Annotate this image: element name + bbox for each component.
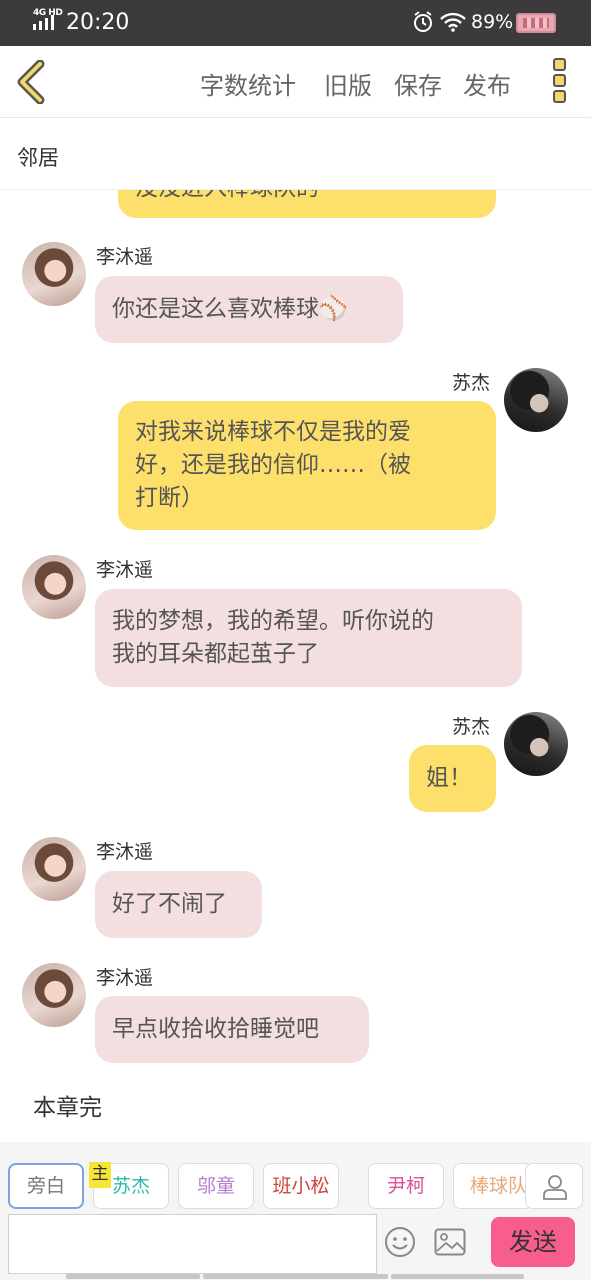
old-version-button[interactable]: 旧版	[324, 66, 372, 101]
message-bubble-left[interactable]: 早点收拾收拾睡觉吧	[95, 996, 369, 1063]
avatar-li-muyao[interactable]	[22, 963, 86, 1027]
message-line: 打断）	[135, 485, 204, 511]
message-text: 你还是这么喜欢棒球⚾	[112, 296, 348, 322]
message-line: 我的梦想，我的希望。听你说的	[112, 608, 434, 634]
scroll-indicator	[391, 1274, 524, 1279]
message-text: 姐！	[426, 765, 472, 791]
scroll-indicator	[203, 1274, 388, 1279]
chapter-header: 邻居	[0, 118, 591, 190]
speaker-name: 苏杰	[452, 716, 491, 738]
chapter-end-label: 本章完	[33, 1095, 102, 1121]
character-chip-wu-tong[interactable]: 邬童	[178, 1163, 254, 1209]
character-chip-label: 尹柯	[386, 1175, 425, 1197]
message-text: 早点收拾收拾睡觉吧	[112, 1016, 319, 1042]
speaker-name: 李沐遥	[96, 559, 154, 581]
speaker-name: 苏杰	[452, 372, 491, 394]
network-label: 4G HD	[33, 8, 63, 18]
person-icon	[543, 1175, 567, 1200]
message-bubble-right[interactable]: 对我来说棒球不仅是我的爱 好，还是我的信仰……（被 打断）	[118, 401, 496, 530]
wifi-icon	[440, 12, 466, 32]
character-chip-label: 班小松	[272, 1175, 330, 1197]
battery-percent: 89%	[471, 11, 514, 33]
back-chevron-icon[interactable]	[12, 60, 52, 104]
character-chip-yin-ke[interactable]: 尹柯	[368, 1163, 444, 1209]
speaker-name: 李沐遥	[96, 967, 154, 989]
send-button[interactable]: 发送	[491, 1217, 575, 1267]
chapter-title[interactable]: 邻居	[17, 142, 59, 172]
status-bar: 4G HD 20:20 89%	[0, 0, 591, 46]
editor-toolbar: 字数统计 旧版 保存 发布	[0, 46, 591, 118]
character-chip-label: 邬童	[196, 1175, 235, 1197]
message-line: 我的耳朵都起茧子了	[112, 641, 319, 667]
avatar-su-jie[interactable]	[504, 368, 568, 432]
word-count-button[interactable]: 字数统计	[200, 66, 296, 101]
message-bubble-right[interactable]: 姐！	[409, 745, 496, 812]
add-character-button[interactable]	[525, 1163, 583, 1209]
emoji-icon[interactable]	[384, 1226, 416, 1258]
battery-icon	[516, 13, 556, 33]
message-bubble-left[interactable]: 好了不闹了	[95, 871, 262, 938]
character-chip-narration[interactable]: 旁白	[8, 1163, 84, 1209]
character-chip-label: 棒球队	[470, 1175, 528, 1197]
message-text: 好了不闹了	[112, 891, 227, 917]
speaker-name: 李沐遥	[96, 841, 154, 863]
avatar-li-muyao[interactable]	[22, 837, 86, 901]
message-input[interactable]	[8, 1214, 377, 1274]
image-icon[interactable]	[434, 1228, 466, 1256]
speaker-name: 李沐遥	[96, 246, 154, 268]
avatar-su-jie[interactable]	[504, 712, 568, 776]
character-chip-label: 旁白	[26, 1175, 65, 1197]
message-line: 好，还是我的信仰……（被	[135, 452, 411, 478]
avatar-li-muyao[interactable]	[22, 242, 86, 306]
alarm-icon	[414, 11, 432, 32]
more-options-icon[interactable]	[549, 58, 569, 106]
save-button[interactable]: 保存	[394, 66, 442, 101]
message-bubble-left[interactable]: 你还是这么喜欢棒球⚾	[95, 276, 403, 343]
main-character-tag: 主	[89, 1162, 111, 1188]
avatar-li-muyao[interactable]	[22, 555, 86, 619]
status-time: 20:20	[66, 10, 130, 35]
chat-area[interactable]: 没没进入棒球队的 李沐遥 你还是这么喜欢棒球⚾ 苏杰 对我来说棒球不仅是我的爱 …	[0, 190, 591, 1142]
publish-button[interactable]: 发布	[463, 66, 511, 101]
character-chip-label: 苏杰	[111, 1175, 150, 1197]
message-bubble-left[interactable]: 我的梦想，我的希望。听你说的 我的耳朵都起茧子了	[95, 589, 522, 687]
scroll-indicator	[66, 1274, 200, 1279]
message-text: 没没进入棒球队的	[135, 190, 319, 201]
message-bubble-right[interactable]: 没没进入棒球队的	[118, 190, 496, 218]
character-chip-ban-xiaosong[interactable]: 班小松	[263, 1163, 339, 1209]
composer-bar: 旁白 主 苏杰 邬童 班小松 尹柯 棒球队 发送	[0, 1142, 591, 1280]
message-line: 对我来说棒球不仅是我的爱	[135, 419, 411, 445]
character-chip-baseball-team[interactable]: 棒球队	[453, 1163, 533, 1209]
